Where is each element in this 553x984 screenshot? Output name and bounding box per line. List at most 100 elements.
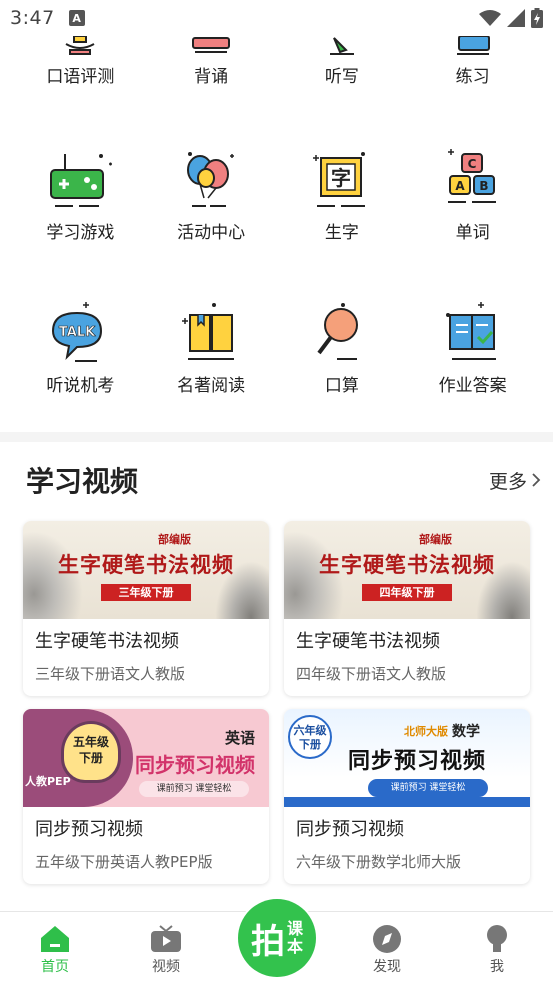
- thumb-headline: 同步预习视频: [135, 753, 255, 777]
- feature-label: 名著阅读: [177, 376, 246, 396]
- section-title: 学习视频: [26, 465, 139, 498]
- thumb-tag: 人教PEP: [25, 775, 71, 788]
- thumb-headline: 同步预习视频: [348, 749, 487, 774]
- tab-home[interactable]: 首页: [15, 912, 95, 976]
- letter-c: C: [467, 157, 476, 171]
- section-divider: [0, 432, 553, 442]
- feature-learning-games[interactable]: 学习游戏: [15, 148, 146, 243]
- badge-line-2: 下册: [78, 751, 103, 765]
- tv-icon: [151, 925, 181, 952]
- feature-label: 活动中心: [177, 223, 246, 243]
- tab-discover[interactable]: 发现: [347, 912, 427, 976]
- compass-icon: [373, 925, 401, 953]
- card-subtitle: 六年级下册数学北师大版: [296, 853, 462, 871]
- thumb-tagline: 课前预习 课堂轻松: [139, 781, 249, 797]
- feature-characters[interactable]: 字 生字: [277, 148, 408, 243]
- thumb-band: [284, 797, 530, 807]
- feature-words[interactable]: C A B 单词: [407, 148, 538, 243]
- feature-label: 听说机考: [46, 376, 115, 396]
- talk-bubble-icon: TALK: [52, 302, 103, 362]
- status-right: [479, 8, 543, 28]
- feature-practice[interactable]: 练习: [407, 36, 538, 87]
- thumb-subject: 数学: [452, 724, 480, 740]
- notification-icon: A: [68, 10, 85, 26]
- letter-blocks-icon: C A B: [447, 149, 496, 203]
- home-icon: [41, 926, 69, 952]
- feature-homework-answers[interactable]: 作业答案: [407, 301, 538, 396]
- letter-a: A: [455, 179, 465, 193]
- signal-icon: [507, 9, 525, 27]
- tab-label: 首页: [41, 959, 69, 975]
- video-card[interactable]: 六年级 下册 北师大版 数学 同步预习视频 课前预习 课堂轻松 同步预习视频 六…: [284, 709, 530, 884]
- grade-badge: 六年级 下册: [288, 715, 332, 759]
- feature-label: 单词: [455, 223, 490, 243]
- tab-me[interactable]: 我: [457, 912, 537, 976]
- feature-activity-center[interactable]: 活动中心: [146, 148, 277, 243]
- gamepad-icon: [50, 154, 113, 207]
- snap-char-sub-2: 本: [286, 937, 303, 956]
- character-icon: 字: [312, 152, 365, 207]
- card-title: 生字硬笔书法视频: [35, 631, 179, 652]
- chevron-right-icon: [532, 473, 541, 487]
- feature-row-1: 口语评测 背诵 听写 练习: [15, 36, 538, 87]
- feature-recite[interactable]: 背诵: [146, 36, 277, 87]
- status-time: 3:47: [10, 7, 55, 29]
- thumb-publisher: 北师大版: [404, 725, 448, 738]
- letter-b: B: [479, 179, 488, 193]
- snap-char-main: 拍: [250, 921, 285, 962]
- thumb-tagline: 课前预习 课堂轻松: [368, 779, 488, 797]
- feature-mental-math[interactable]: 口算: [277, 301, 408, 396]
- feature-label: 背诵: [194, 67, 229, 87]
- thumb-headline: 生字硬笔书法视频: [319, 553, 495, 577]
- thumb-grade: 四年级下册: [362, 584, 452, 601]
- tab-video[interactable]: 视频: [126, 912, 206, 976]
- snap-button-face: 拍 课 本: [238, 899, 316, 977]
- card-subtitle: 四年级下册语文人教版: [296, 665, 447, 683]
- card-title: 同步预习视频: [296, 819, 404, 840]
- feature-label: 口语评测: [46, 67, 115, 87]
- thumb-grade: 三年级下册: [101, 584, 191, 601]
- thumb-edition: 部编版: [158, 533, 191, 546]
- video-thumbnail: 六年级 下册 北师大版 数学 同步预习视频 课前预习 课堂轻松: [284, 709, 530, 807]
- wifi-icon: [479, 10, 501, 26]
- profile-icon: [487, 925, 507, 952]
- character-glyph: 字: [331, 166, 351, 190]
- feature-dictation[interactable]: 听写: [277, 36, 408, 87]
- video-card[interactable]: 部编版 生字硬笔书法视频 三年级下册 生字硬笔书法视频 三年级下册语文人教版: [23, 521, 269, 696]
- feature-oral-test[interactable]: 口语评测: [15, 36, 146, 87]
- thumb-headline: 生字硬笔书法视频: [58, 553, 234, 577]
- checked-book-icon: [445, 302, 496, 360]
- thumb-subject: 英语: [224, 729, 255, 747]
- video-thumbnail: 部编版 生字硬笔书法视频 四年级下册: [284, 521, 530, 619]
- feature-row-2: 学习游戏 活动中心 字 生字 C A B 单词: [15, 148, 538, 243]
- tab-label: 视频: [152, 959, 180, 975]
- card-subtitle: 五年级下册英语人教PEP版: [35, 853, 213, 871]
- magnifier-icon: [317, 303, 358, 360]
- book-icon: [192, 37, 231, 53]
- more-label: 更多: [488, 470, 527, 493]
- feature-label: 练习: [455, 67, 490, 87]
- card-title: 同步预习视频: [35, 819, 143, 840]
- card-subtitle: 三年级下册语文人教版: [35, 665, 186, 683]
- video-card[interactable]: 部编版 生字硬笔书法视频 四年级下册 生字硬笔书法视频 四年级下册语文人教版: [284, 521, 530, 696]
- tab-label: 发现: [373, 959, 401, 975]
- feature-row-3: TALK 听说机考 名著阅读 口算 作业答案: [15, 301, 538, 396]
- snap-homework-button[interactable]: 拍 课 本: [236, 897, 318, 979]
- card-title: 生字硬笔书法视频: [296, 631, 440, 652]
- video-card[interactable]: 五年级 下册 人教PEP 英语 同步预习视频 课前预习 课堂轻松 同步预习视频 …: [23, 709, 269, 884]
- feature-listening-exam[interactable]: TALK 听说机考: [15, 301, 146, 396]
- video-thumbnail: 五年级 下册 人教PEP 英语 同步预习视频 课前预习 课堂轻松: [23, 709, 269, 807]
- badge-line-1: 五年级: [72, 735, 109, 749]
- feature-label: 生字: [324, 223, 359, 243]
- snap-char-sub-1: 课: [286, 919, 303, 938]
- battery-icon: [531, 8, 543, 28]
- feature-label: 学习游戏: [46, 223, 115, 243]
- more-link[interactable]: 更多: [489, 467, 541, 494]
- feature-label: 听写: [324, 67, 359, 87]
- feature-label: 作业答案: [438, 376, 507, 396]
- feature-classics-reading[interactable]: 名著阅读: [146, 301, 277, 396]
- balloons-icon: [187, 152, 235, 207]
- notebook-icon: [456, 36, 490, 55]
- talk-glyph: TALK: [59, 325, 96, 340]
- tab-label: 我: [490, 959, 504, 975]
